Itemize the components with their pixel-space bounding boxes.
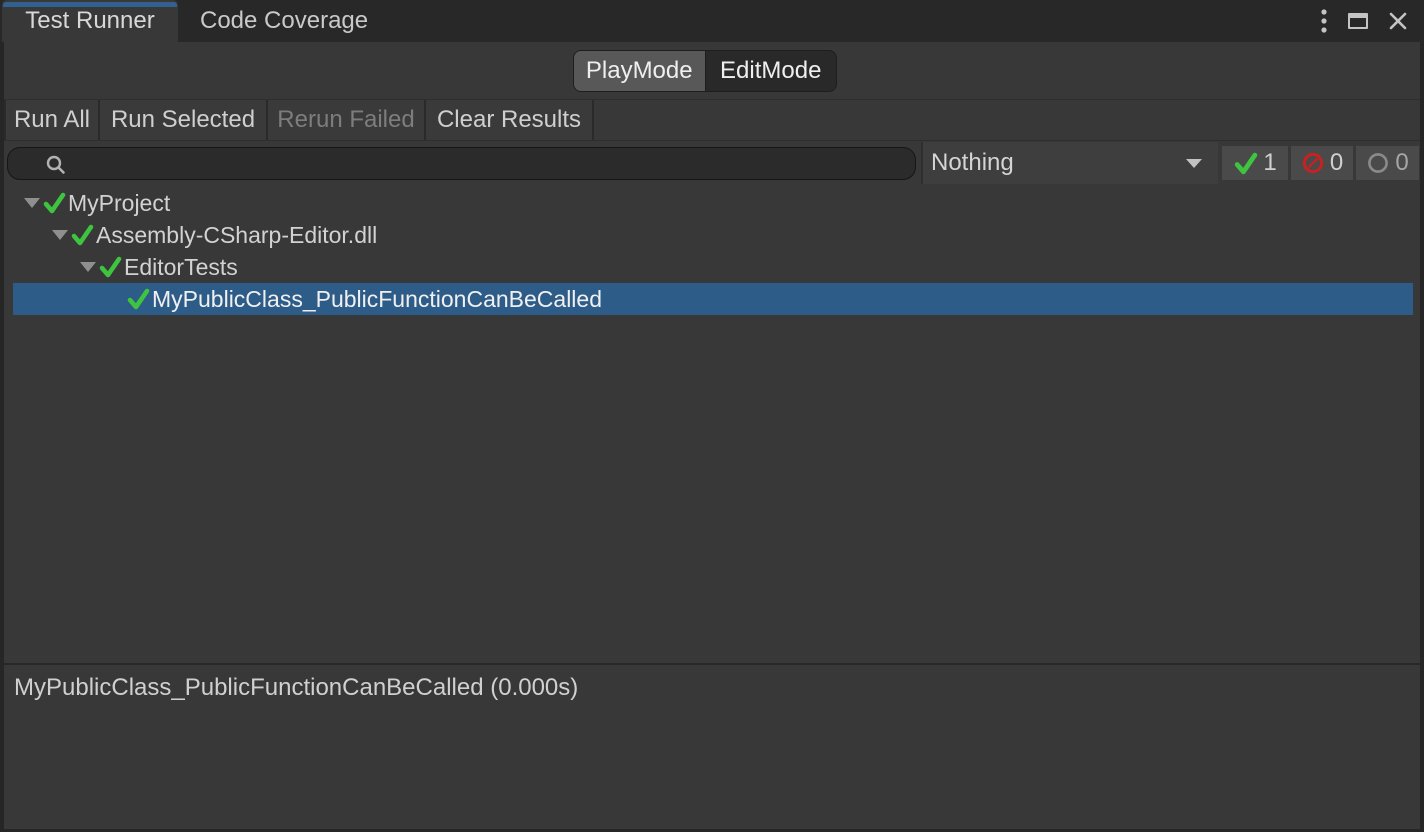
foldout-triangle-icon[interactable] — [22, 198, 42, 208]
failed-circle-slash-icon — [1301, 151, 1325, 175]
test-tree: MyProject Assembly-CSharp-Editor.dll Edi… — [4, 182, 1420, 663]
tree-item-label: MyProject — [68, 190, 170, 217]
tab-test-runner[interactable]: Test Runner — [2, 0, 178, 42]
tree-item-assembly[interactable]: Assembly-CSharp-Editor.dll — [4, 219, 1420, 251]
dropdown-value: Nothing — [931, 149, 1186, 177]
button-label: Run Selected — [111, 106, 255, 134]
test-runner-window: Test Runner Code Coverage — [0, 0, 1424, 832]
not-run-count: 0 — [1395, 149, 1408, 177]
passed-count: 1 — [1263, 149, 1276, 177]
test-result-text: MyPublicClass_PublicFunctionCanBeCalled … — [14, 674, 578, 701]
editmode-label: EditMode — [720, 57, 821, 85]
foldout-triangle-icon[interactable] — [78, 262, 98, 272]
playmode-button[interactable]: PlayMode — [574, 51, 705, 91]
window-tab-bar: Test Runner Code Coverage — [0, 0, 1424, 42]
foldout-triangle-icon[interactable] — [50, 230, 70, 240]
maximize-icon[interactable] — [1348, 13, 1368, 29]
tab-bar-spacer — [390, 0, 1320, 42]
passed-check-icon — [70, 223, 96, 247]
test-detail-panel: MyPublicClass_PublicFunctionCanBeCalled … — [4, 665, 1420, 829]
clear-results-button[interactable]: Clear Results — [426, 100, 594, 140]
window-controls — [1320, 0, 1424, 42]
rerun-failed-button[interactable]: Rerun Failed — [268, 100, 426, 140]
close-icon[interactable] — [1388, 11, 1408, 31]
kebab-menu-icon[interactable] — [1320, 8, 1328, 34]
playmode-label: PlayMode — [586, 57, 693, 85]
tab-label: Code Coverage — [200, 7, 368, 35]
button-label: Rerun Failed — [277, 106, 414, 134]
test-mode-toggle: PlayMode EditMode — [573, 50, 837, 92]
filter-row: Nothing 1 0 0 — [4, 142, 1420, 184]
category-filter-dropdown[interactable]: Nothing — [923, 142, 1218, 184]
tab-label: Test Runner — [25, 7, 154, 35]
tree-item-label: EditorTests — [124, 254, 238, 281]
tree-item-myproject[interactable]: MyProject — [4, 187, 1420, 219]
tab-code-coverage[interactable]: Code Coverage — [178, 0, 390, 42]
window-content: PlayMode EditMode Run All Run Selected R… — [4, 42, 1420, 829]
tree-item-label: MyPublicClass_PublicFunctionCanBeCalled — [152, 286, 602, 313]
tree-item-editortests[interactable]: EditorTests — [4, 251, 1420, 283]
caret-down-icon — [1186, 159, 1202, 168]
run-toolbar: Run All Run Selected Rerun Failed Clear … — [4, 99, 1420, 141]
passed-check-icon — [1233, 151, 1258, 176]
tree-item-label: Assembly-CSharp-Editor.dll — [96, 222, 377, 249]
passed-filter-button[interactable]: 1 — [1222, 146, 1288, 180]
passed-check-icon — [126, 287, 152, 311]
not-run-filter-button[interactable]: 0 — [1356, 146, 1419, 180]
button-label: Clear Results — [437, 106, 581, 134]
failed-count: 0 — [1330, 149, 1343, 177]
failed-filter-button[interactable]: 0 — [1291, 146, 1353, 180]
passed-check-icon — [98, 255, 124, 279]
run-all-button[interactable]: Run All — [4, 100, 100, 140]
search-icon — [44, 153, 68, 177]
search-input[interactable] — [46, 148, 915, 179]
search-box[interactable] — [7, 147, 916, 180]
tree-item-test-selected[interactable]: MyPublicClass_PublicFunctionCanBeCalled — [4, 283, 1420, 315]
button-label: Run All — [14, 106, 90, 134]
editmode-button[interactable]: EditMode — [705, 51, 837, 91]
run-selected-button[interactable]: Run Selected — [100, 100, 268, 140]
not-run-circle-icon — [1366, 151, 1390, 175]
passed-check-icon — [42, 191, 68, 215]
